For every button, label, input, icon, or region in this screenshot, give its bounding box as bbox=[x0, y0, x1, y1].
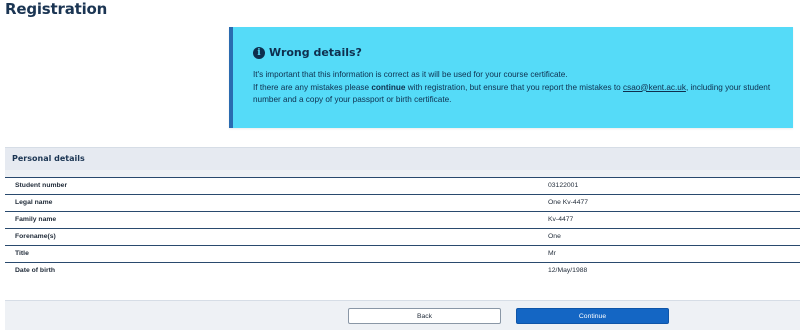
alert-continue-emphasis: continue bbox=[371, 82, 406, 92]
alert-body: It's important that this information is … bbox=[253, 69, 783, 107]
row-value: One bbox=[548, 233, 561, 240]
row-label: Student number bbox=[15, 182, 68, 189]
panel-title: Personal details bbox=[12, 154, 85, 163]
table-row: Forename(s) One bbox=[5, 228, 800, 246]
table-row: Student number 03122001 bbox=[5, 177, 800, 195]
table-row: Title Mr bbox=[5, 245, 800, 263]
details-table: Student number 03122001 Legal name One K… bbox=[5, 177, 800, 300]
email-link[interactable]: csao@kent.ac.uk bbox=[623, 83, 686, 92]
row-value: 03122001 bbox=[548, 182, 579, 189]
info-icon: i bbox=[253, 46, 265, 59]
row-value: 12/May/1988 bbox=[548, 267, 588, 274]
personal-details-panel: Personal details Student number 03122001… bbox=[5, 147, 800, 330]
row-label: Forename(s) bbox=[15, 233, 56, 240]
alert-line-1: It's important that this information is … bbox=[253, 70, 568, 79]
alert-title: Wrong details? bbox=[269, 46, 362, 59]
table-row: Family name Kv-4477 bbox=[5, 211, 800, 229]
table-row: Date of birth 12/May/1988 bbox=[5, 262, 800, 280]
row-value: Mr bbox=[548, 250, 556, 257]
row-label: Date of birth bbox=[15, 267, 56, 274]
panel-header: Personal details bbox=[5, 148, 800, 170]
back-button[interactable]: Back bbox=[348, 308, 501, 324]
alert-line-2-mid: with registration, but ensure that you r… bbox=[405, 82, 623, 92]
page-title: Registration bbox=[5, 0, 108, 18]
alert-header: i Wrong details? bbox=[253, 46, 362, 59]
row-value: One Kv-4477 bbox=[548, 199, 589, 206]
row-label: Title bbox=[15, 250, 29, 257]
table-row: Legal name One Kv-4477 bbox=[5, 194, 800, 212]
row-label: Family name bbox=[15, 216, 57, 223]
panel-footer: Back Continue bbox=[5, 300, 800, 330]
alert-line-2-prefix: If there are any mistakes please bbox=[253, 82, 372, 92]
row-value: Kv-4477 bbox=[548, 216, 574, 223]
continue-button[interactable]: Continue bbox=[516, 308, 669, 324]
wrong-details-alert: i Wrong details? It's important that thi… bbox=[229, 27, 793, 128]
row-label: Legal name bbox=[15, 199, 53, 206]
